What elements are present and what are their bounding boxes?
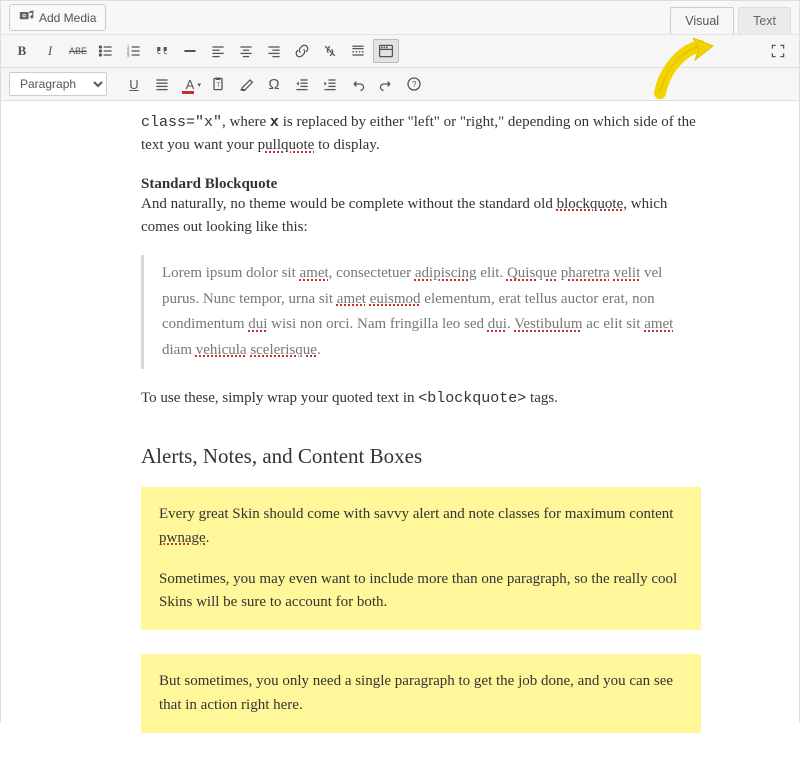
text-color-button[interactable]: A ▾ bbox=[177, 72, 203, 96]
editor-mode-tabs: Visual Text bbox=[666, 1, 791, 34]
bullet-list-button[interactable] bbox=[93, 39, 119, 63]
tab-visual[interactable]: Visual bbox=[670, 7, 734, 34]
hr-button[interactable] bbox=[177, 39, 203, 63]
add-media-label: Add Media bbox=[39, 11, 96, 25]
body-text: class="x", where x is replaced by either… bbox=[141, 111, 701, 158]
link-button[interactable] bbox=[289, 39, 315, 63]
svg-text:T: T bbox=[216, 82, 220, 89]
editor-topbar: Add Media Visual Text bbox=[1, 1, 799, 35]
justify-button[interactable] bbox=[149, 72, 175, 96]
italic-button[interactable]: I bbox=[37, 39, 63, 63]
toolbar-row-1: B I ABE 123 bbox=[1, 35, 799, 68]
heading-alerts: Alerts, Notes, and Content Boxes bbox=[141, 444, 701, 469]
heading-standard-blockquote: Standard Blockquote bbox=[141, 176, 701, 193]
outdent-button[interactable] bbox=[289, 72, 315, 96]
indent-button[interactable] bbox=[317, 72, 343, 96]
fullscreen-button[interactable] bbox=[765, 39, 791, 63]
align-right-button[interactable] bbox=[261, 39, 287, 63]
alert-box: But sometimes, you only need a single pa… bbox=[141, 654, 701, 733]
strike-icon: ABE bbox=[69, 46, 87, 56]
text-color-icon: A bbox=[186, 77, 195, 92]
redo-button[interactable] bbox=[373, 72, 399, 96]
strike-button[interactable]: ABE bbox=[65, 39, 91, 63]
clear-format-button[interactable] bbox=[233, 72, 259, 96]
bold-button[interactable]: B bbox=[9, 39, 35, 63]
read-more-button[interactable] bbox=[345, 39, 371, 63]
unlink-button[interactable] bbox=[317, 39, 343, 63]
undo-button[interactable] bbox=[345, 72, 371, 96]
paste-text-button[interactable]: T bbox=[205, 72, 231, 96]
editor-content[interactable]: class="x", where x is replaced by either… bbox=[1, 101, 799, 761]
help-button[interactable]: ? bbox=[401, 72, 427, 96]
toolbar-row-2: Paragraph U A ▾ T Ω ? bbox=[1, 68, 799, 101]
svg-text:?: ? bbox=[412, 80, 417, 89]
body-text: To use these, simply wrap your quoted te… bbox=[141, 387, 701, 410]
number-list-button[interactable]: 123 bbox=[121, 39, 147, 63]
format-dropdown[interactable]: Paragraph bbox=[9, 72, 107, 96]
align-center-button[interactable] bbox=[233, 39, 259, 63]
alert-box: Every great Skin should come with savvy … bbox=[141, 487, 701, 630]
blockquote-sample: Lorem ipsum dolor sit amet, consectetuer… bbox=[141, 255, 701, 369]
underline-button[interactable]: U bbox=[121, 72, 147, 96]
toolbar-toggle-button[interactable] bbox=[373, 39, 399, 63]
svg-text:3: 3 bbox=[127, 53, 130, 59]
body-text: And naturally, no theme would be complet… bbox=[141, 193, 701, 240]
add-media-button[interactable]: Add Media bbox=[9, 4, 106, 31]
quote-button[interactable] bbox=[149, 39, 175, 63]
camera-music-icon bbox=[19, 8, 35, 27]
tab-text[interactable]: Text bbox=[738, 7, 791, 34]
align-left-button[interactable] bbox=[205, 39, 231, 63]
special-char-button[interactable]: Ω bbox=[261, 72, 287, 96]
